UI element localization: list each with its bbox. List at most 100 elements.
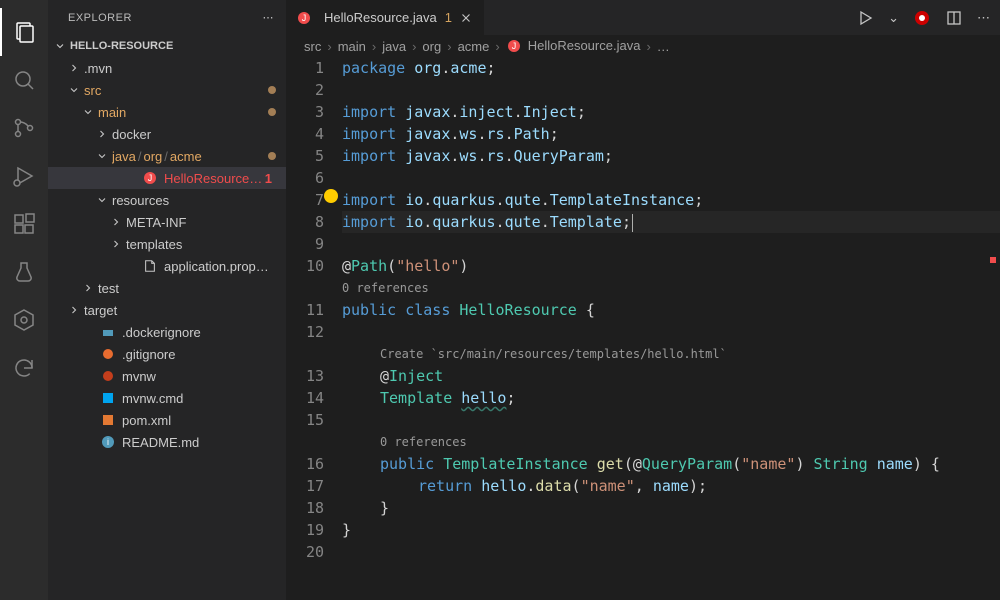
tree-item[interactable]: META-INF [48, 211, 286, 233]
section-label: HELLO-RESOURCE [70, 40, 173, 52]
code-content[interactable]: package org.acme; import javax.inject.In… [342, 57, 1000, 600]
split-editor-icon[interactable] [945, 9, 963, 27]
error-marker[interactable] [990, 257, 996, 263]
tree-item[interactable]: src [48, 79, 286, 101]
line-number: 19 [286, 519, 324, 541]
line-number: 11 [286, 299, 324, 321]
docker-icon [100, 324, 116, 340]
tab-error-badge: 1 [445, 10, 452, 25]
sidebar-section-header[interactable]: HELLO-RESOURCE [48, 35, 286, 57]
activity-search-icon[interactable] [0, 56, 48, 104]
tree-label: README.md [122, 435, 276, 450]
tree-item[interactable]: java/org/acme [48, 145, 286, 167]
chevron-icon [80, 104, 96, 120]
overview-ruler[interactable] [988, 57, 996, 600]
tree-item[interactable]: mvnw.cmd [48, 387, 286, 409]
tree-item[interactable]: .gitignore [48, 343, 286, 365]
error-count: 1 [265, 171, 276, 186]
chevron-icon [66, 302, 82, 318]
tree-item[interactable]: docker [48, 123, 286, 145]
breadcrumb-item[interactable]: JHelloResource.java [506, 38, 641, 55]
close-icon[interactable] [458, 10, 474, 26]
breadcrumb-item[interactable]: main [338, 39, 366, 54]
line-number: 7 [286, 189, 324, 211]
chevron-icon [82, 324, 98, 340]
java-error-icon: J [296, 10, 312, 26]
activity-kubernetes-icon[interactable] [0, 296, 48, 344]
tree-item[interactable]: .dockerignore [48, 321, 286, 343]
tree-item[interactable]: pom.xml [48, 409, 286, 431]
sidebar-title: EXPLORER ⋯ [48, 0, 286, 35]
modified-dot-icon [268, 86, 276, 94]
line-number: 12 [286, 321, 324, 343]
activity-debug-icon[interactable] [0, 152, 48, 200]
chevron-right-icon: › [327, 39, 331, 54]
line-number: 8 [286, 211, 324, 233]
lightbulb-icon[interactable] [324, 189, 338, 203]
breadcrumb-item[interactable]: java [382, 39, 406, 54]
file-tree: .mvnsrcmaindockerjava/org/acmeJHelloReso… [48, 57, 286, 600]
run-chevron-icon[interactable]: ⌄ [888, 10, 899, 26]
editor-overflow-icon[interactable]: ⋯ [977, 10, 990, 26]
activity-scm-icon[interactable] [0, 104, 48, 152]
line-number: 4 [286, 123, 324, 145]
tree-item[interactable]: .mvn [48, 57, 286, 79]
activity-extensions-icon[interactable] [0, 200, 48, 248]
tree-item[interactable]: main [48, 101, 286, 123]
maven-icon [100, 368, 116, 384]
chevron-down-icon [52, 38, 68, 54]
line-number: 16 [286, 453, 324, 475]
tree-label: HelloResource.java [164, 171, 265, 186]
line-number: 2 [286, 79, 324, 101]
chevron-icon [94, 192, 110, 208]
breadcrumb-item[interactable]: … [657, 39, 670, 54]
codelens-references[interactable]: 0 references [342, 277, 1000, 299]
line-number: 14 [286, 387, 324, 409]
editor-actions: ⌄ ⋯ [846, 0, 1000, 35]
run-icon[interactable] [856, 9, 874, 27]
chevron-icon [82, 412, 98, 428]
git-icon [100, 346, 116, 362]
line-number: 1 [286, 57, 324, 79]
chevron-icon [66, 60, 82, 76]
chevron-right-icon: › [495, 39, 499, 54]
tab-bar: J HelloResource.java 1 ⌄ ⋯ [286, 0, 1000, 35]
activity-files-icon[interactable] [0, 8, 48, 56]
info-icon: i [100, 434, 116, 450]
xml-icon [100, 412, 116, 428]
tree-label: META-INF [126, 215, 276, 230]
chevron-icon [66, 82, 82, 98]
tree-item[interactable]: application.properties [48, 255, 286, 277]
activity-sync-icon[interactable] [0, 344, 48, 392]
breadcrumb-item[interactable]: acme [458, 39, 490, 54]
activity-test-icon[interactable] [0, 248, 48, 296]
breadcrumb-item[interactable]: org [422, 39, 441, 54]
sidebar-title-label: EXPLORER [68, 12, 132, 24]
tree-item[interactable]: test [48, 277, 286, 299]
modified-dot-icon [268, 108, 276, 116]
svg-text:J: J [302, 13, 307, 23]
chevron-icon [94, 126, 110, 142]
chevron-right-icon: › [447, 39, 451, 54]
tree-label: mvnw [122, 369, 276, 384]
chevron-right-icon: › [646, 39, 650, 54]
codelens-create-template[interactable]: Create `src/main/resources/templates/hel… [342, 343, 1000, 365]
tree-label: mvnw.cmd [122, 391, 276, 406]
activity-bar [0, 0, 48, 600]
tree-item[interactable]: templates [48, 233, 286, 255]
tree-item[interactable]: mvnw [48, 365, 286, 387]
editor-body[interactable]: 1234567891011121314151617181920 package … [286, 57, 1000, 600]
tab-hello-resource[interactable]: J HelloResource.java 1 [286, 0, 485, 35]
breadcrumbs[interactable]: src›main›java›org›acme›JHelloResource.ja… [286, 35, 1000, 57]
sidebar-overflow-icon[interactable]: ⋯ [263, 11, 275, 24]
tree-item[interactable]: JHelloResource.java1 [48, 167, 286, 189]
breadcrumb-item[interactable]: src [304, 39, 321, 54]
tree-item[interactable]: i README.md [48, 431, 286, 453]
tree-label: application.properties [164, 259, 276, 274]
quarkus-icon[interactable] [913, 9, 931, 27]
line-number: 5 [286, 145, 324, 167]
tree-item[interactable]: target [48, 299, 286, 321]
codelens-references[interactable]: 0 references [342, 431, 1000, 453]
tree-item[interactable]: resources [48, 189, 286, 211]
file-icon [142, 258, 158, 274]
